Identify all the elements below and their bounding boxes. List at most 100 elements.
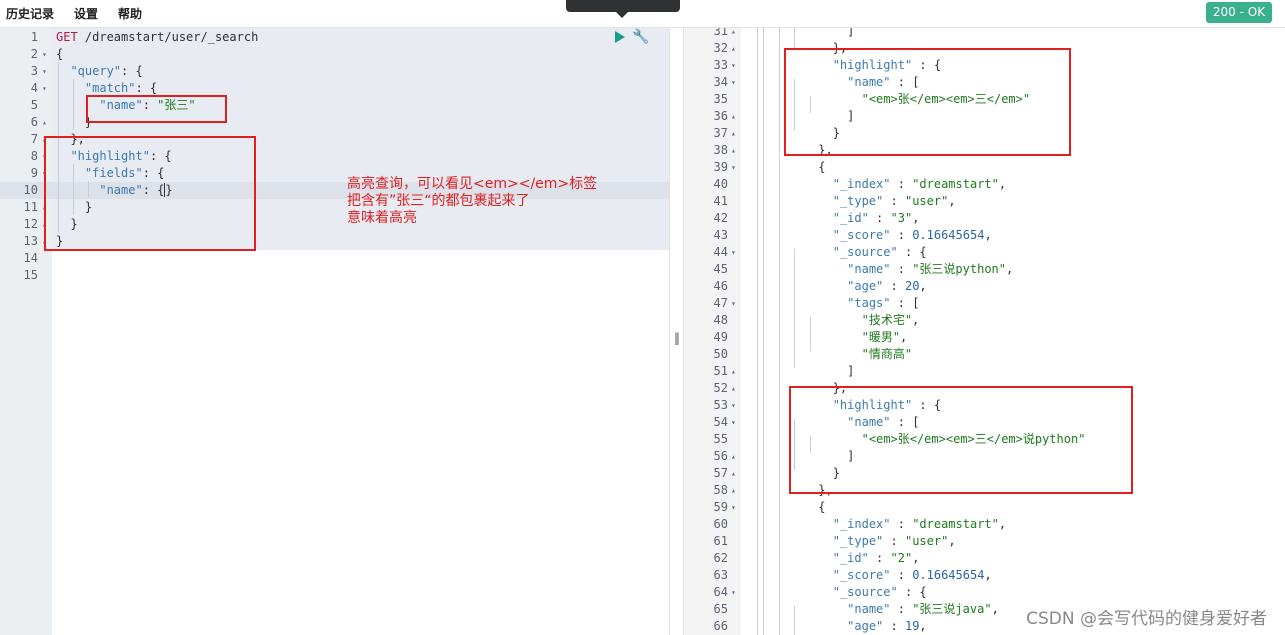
code-text: "name" : "张三说java", bbox=[847, 602, 999, 616]
wrench-icon[interactable]: 🔧 bbox=[632, 29, 649, 45]
line-number: 39 bbox=[713, 160, 728, 174]
annotation-box-match bbox=[86, 95, 227, 123]
code-text: { bbox=[746, 160, 826, 174]
line-number: 2 bbox=[30, 47, 38, 61]
fold-open-icon[interactable]: ▾ bbox=[731, 74, 736, 91]
line-number: 58 bbox=[713, 483, 728, 497]
code-text: "_score" : 0.16645654, bbox=[832, 568, 992, 582]
line-number: 41 bbox=[713, 194, 728, 208]
code-text: "_source" : { bbox=[832, 585, 927, 599]
fold-open-icon[interactable]: ▾ bbox=[42, 46, 47, 63]
fold-open-icon[interactable]: ▾ bbox=[731, 584, 736, 601]
line-number: 52 bbox=[713, 381, 728, 395]
watermark: CSDN @会写代码的健身爱好者 bbox=[1026, 609, 1267, 629]
fold-close-icon[interactable]: ▴ bbox=[731, 363, 736, 380]
line-number: 11 bbox=[23, 200, 38, 214]
line-number: 51 bbox=[713, 364, 728, 378]
line-number: 12 bbox=[23, 217, 38, 231]
code-text: "技术宅", bbox=[861, 313, 920, 327]
line-number: 37 bbox=[713, 126, 728, 140]
fold-open-icon[interactable]: ▾ bbox=[731, 397, 736, 414]
resize-handle-icon[interactable]: ‖ bbox=[674, 331, 680, 345]
code-text: { bbox=[56, 47, 64, 61]
line-number: 54 bbox=[713, 415, 728, 429]
line-number: 61 bbox=[713, 534, 728, 548]
fold-close-icon[interactable]: ▴ bbox=[731, 142, 736, 159]
fold-close-icon[interactable]: ▴ bbox=[731, 125, 736, 142]
line-number: 31 bbox=[713, 28, 728, 38]
annotation-note-line: 把含有”张三“的都包裹起来了 bbox=[347, 193, 530, 209]
line-number: 10 bbox=[23, 183, 38, 197]
fold-close-icon[interactable]: ▴ bbox=[731, 380, 736, 397]
line-number: 14 bbox=[23, 251, 38, 265]
run-request-icon[interactable] bbox=[615, 31, 625, 43]
code-text: ] bbox=[746, 28, 855, 38]
menu-settings[interactable]: 设置 bbox=[74, 5, 98, 22]
annotation-box-highlight-request bbox=[44, 136, 256, 251]
code-text: "name" : "张三说python", bbox=[847, 262, 1014, 276]
line-number: 13 bbox=[23, 234, 38, 248]
line-number: 5 bbox=[30, 98, 38, 112]
code-text: "_index" : "dreamstart", bbox=[832, 517, 1007, 531]
code-text: "_score" : 0.16645654, bbox=[832, 228, 992, 242]
line-number: 45 bbox=[713, 262, 728, 276]
line-number: 33 bbox=[713, 58, 728, 72]
line-number: 55 bbox=[713, 432, 728, 446]
fold-open-icon[interactable]: ▾ bbox=[42, 63, 47, 80]
code-text: { bbox=[746, 500, 826, 514]
fold-open-icon[interactable]: ▾ bbox=[731, 57, 736, 74]
fold-open-icon[interactable]: ▾ bbox=[731, 159, 736, 176]
line-number: 35 bbox=[713, 92, 728, 106]
line-number: 49 bbox=[713, 330, 728, 344]
line-number: 57 bbox=[713, 466, 728, 480]
annotation-note: 高亮查询，可以看见<em></em>标签 把含有”张三“的都包裹起来了 意味着高… bbox=[347, 176, 597, 227]
line-number: 46 bbox=[713, 279, 728, 293]
code-text: "_id" : "3", bbox=[832, 211, 920, 225]
line-number: 7 bbox=[30, 132, 38, 146]
annotation-note-line: 高亮查询，可以看见<em></em>标签 bbox=[347, 176, 598, 192]
line-number: 44 bbox=[713, 245, 728, 259]
line-number: 50 bbox=[713, 347, 728, 361]
line-number: 64 bbox=[713, 585, 728, 599]
fold-close-icon[interactable]: ▴ bbox=[42, 114, 47, 131]
fold-open-icon[interactable]: ▾ bbox=[731, 295, 736, 312]
line-number: 15 bbox=[23, 268, 38, 282]
menu-history[interactable]: 历史记录 bbox=[6, 5, 54, 22]
fold-close-icon[interactable]: ▴ bbox=[731, 465, 736, 482]
line-number: 6 bbox=[30, 115, 38, 129]
line-number: 42 bbox=[713, 211, 728, 225]
fold-close-icon[interactable]: ▴ bbox=[731, 28, 736, 40]
menu-help[interactable]: 帮助 bbox=[118, 5, 142, 22]
fold-close-icon[interactable]: ▴ bbox=[731, 40, 736, 57]
line-number: 59 bbox=[713, 500, 728, 514]
line-number: 8 bbox=[30, 149, 38, 163]
line-number: 53 bbox=[713, 398, 728, 412]
code-text: "_source" : { bbox=[832, 245, 927, 259]
fold-open-icon[interactable]: ▾ bbox=[42, 80, 47, 97]
code-text: GET /dreamstart/user/_search bbox=[56, 30, 259, 44]
line-number: 43 bbox=[713, 228, 728, 242]
code-text: "age" : 19, bbox=[847, 619, 927, 633]
code-text: ] bbox=[746, 364, 855, 378]
fold-close-icon[interactable]: ▴ bbox=[731, 482, 736, 499]
line-number: 4 bbox=[30, 81, 38, 95]
fold-open-icon[interactable]: ▾ bbox=[731, 499, 736, 516]
line-number: 9 bbox=[30, 166, 38, 180]
fold-close-icon[interactable]: ▴ bbox=[731, 448, 736, 465]
annotation-box-highlight-result-1 bbox=[784, 48, 1071, 156]
code-text: "_index" : "dreamstart", bbox=[832, 177, 1007, 191]
annotation-note-line: 意味着高亮 bbox=[347, 210, 417, 226]
line-number: 47 bbox=[713, 296, 728, 310]
code-text: "age" : 20, bbox=[847, 279, 927, 293]
fold-open-icon[interactable]: ▾ bbox=[731, 414, 736, 431]
line-number: 63 bbox=[713, 568, 728, 582]
status-badge: 200 - OK bbox=[1206, 2, 1272, 23]
fold-close-icon[interactable]: ▴ bbox=[731, 108, 736, 125]
line-number: 65 bbox=[713, 602, 728, 616]
line-number: 66 bbox=[713, 619, 728, 633]
fold-open-icon[interactable]: ▾ bbox=[731, 244, 736, 261]
annotation-box-highlight-result-2 bbox=[789, 386, 1133, 494]
code-text: "情商高" bbox=[861, 347, 913, 361]
line-number: 1 bbox=[30, 30, 38, 44]
code-text: "_type" : "user", bbox=[832, 194, 956, 208]
